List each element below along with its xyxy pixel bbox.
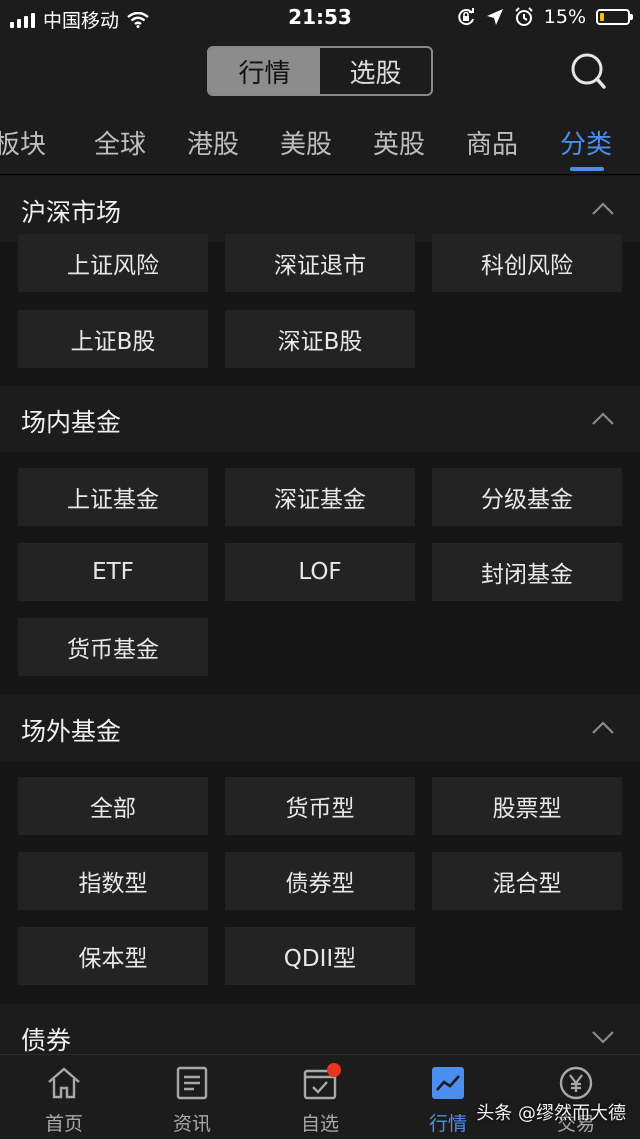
- category-item[interactable]: 债券型: [225, 852, 415, 910]
- category-item[interactable]: 深证B股: [225, 310, 415, 368]
- battery-percent: 15%: [543, 6, 586, 28]
- watermark: 头条 @缪然而大德: [476, 1103, 626, 1124]
- nav-label: 首页: [44, 1113, 83, 1135]
- category-item[interactable]: 股票型: [432, 777, 622, 835]
- search-icon[interactable]: [570, 52, 606, 92]
- nav-market[interactable]: 行情: [384, 1055, 512, 1139]
- category-tabs: 板块 全球 港股 美股 英股 商品 分类: [0, 108, 640, 175]
- section-title: 场外基金: [21, 717, 122, 746]
- chevron-up-icon[interactable]: [590, 718, 616, 738]
- market-chart-icon: [432, 1067, 464, 1099]
- tab-hk[interactable]: 港股: [187, 124, 239, 161]
- nav-home[interactable]: 首页: [0, 1055, 128, 1139]
- yuan-icon: [559, 1066, 593, 1100]
- category-item[interactable]: 上证基金: [18, 468, 208, 526]
- category-item[interactable]: 货币基金: [18, 618, 208, 676]
- nav-trade[interactable]: 交易: [512, 1055, 640, 1139]
- active-tab-indicator: [570, 167, 604, 171]
- category-item[interactable]: 分级基金: [432, 468, 622, 526]
- segment-stock-picker[interactable]: 选股: [320, 48, 431, 94]
- alarm-icon: [515, 7, 533, 26]
- chevron-down-icon[interactable]: [590, 1027, 616, 1047]
- section-title: 债券: [21, 1026, 72, 1055]
- nav-watchlist[interactable]: 自选: [256, 1055, 384, 1139]
- news-icon: [176, 1066, 208, 1100]
- category-item[interactable]: 科创风险: [432, 234, 622, 292]
- segmented-control: 行情 选股: [207, 46, 433, 96]
- category-item[interactable]: 上证风险: [18, 234, 208, 292]
- category-item[interactable]: QDII型: [225, 927, 415, 985]
- chevron-up-icon[interactable]: [590, 409, 616, 429]
- category-item[interactable]: 上证B股: [18, 310, 208, 368]
- section-title: 沪深市场: [21, 198, 122, 227]
- tab-global[interactable]: 全球: [94, 124, 146, 161]
- category-item[interactable]: LOF: [225, 543, 415, 601]
- notification-badge: [327, 1063, 341, 1077]
- category-item[interactable]: 全部: [18, 777, 208, 835]
- category-item[interactable]: 混合型: [432, 852, 622, 910]
- nav-news[interactable]: 资讯: [128, 1055, 256, 1139]
- rotation-lock-icon: [458, 8, 474, 26]
- tab-categories[interactable]: 分类: [560, 124, 612, 161]
- chevron-up-icon[interactable]: [590, 199, 616, 219]
- home-icon: [48, 1067, 80, 1099]
- tab-sectors[interactable]: 板块: [0, 124, 46, 161]
- battery-fill: [600, 13, 604, 21]
- tab-us[interactable]: 美股: [280, 124, 332, 161]
- category-item[interactable]: 深证退市: [225, 234, 415, 292]
- section-title: 场内基金: [21, 408, 122, 437]
- location-icon: [486, 9, 503, 25]
- tab-uk[interactable]: 英股: [373, 124, 425, 161]
- nav-label: 资讯: [172, 1113, 211, 1135]
- top-header: 行情 选股: [0, 36, 640, 108]
- section-header-onexchange-funds[interactable]: 场内基金: [0, 386, 640, 452]
- category-item[interactable]: 封闭基金: [432, 543, 622, 601]
- section-header-otc-funds[interactable]: 场外基金: [0, 695, 640, 761]
- tab-commodities[interactable]: 商品: [466, 124, 518, 161]
- nav-label: 自选: [300, 1113, 339, 1135]
- category-item[interactable]: 深证基金: [225, 468, 415, 526]
- category-item[interactable]: 货币型: [225, 777, 415, 835]
- segment-market[interactable]: 行情: [209, 48, 320, 94]
- category-item[interactable]: 保本型: [18, 927, 208, 985]
- battery-icon: [596, 9, 633, 25]
- category-item[interactable]: ETF: [18, 543, 208, 601]
- category-item[interactable]: 指数型: [18, 852, 208, 910]
- section-header-hushen[interactable]: 沪深市场: [0, 176, 640, 242]
- status-bar: 中国移动 21:53 15%: [0, 0, 640, 36]
- status-right: 15%: [456, 6, 633, 28]
- bottom-navigation: 首页 资讯 自选 行情 交易 头条 @缪然而大德: [0, 1054, 640, 1139]
